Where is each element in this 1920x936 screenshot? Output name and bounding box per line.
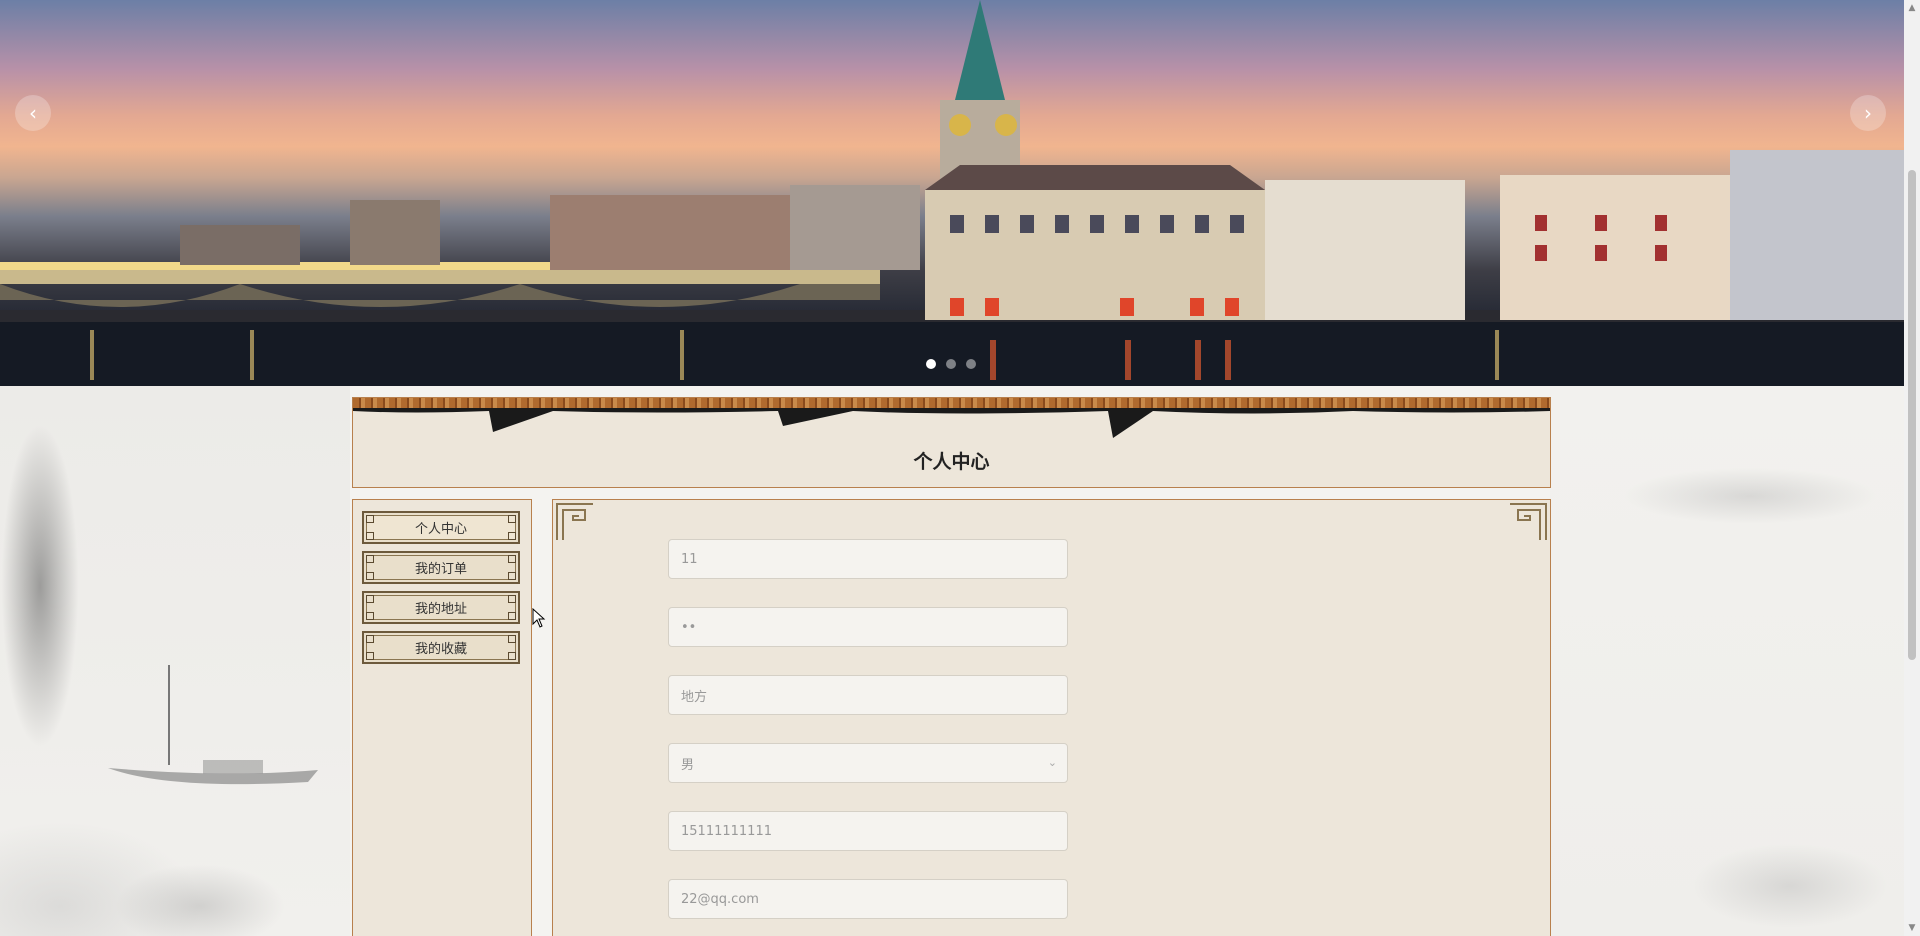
ink-landscape-right	[1550, 386, 1920, 936]
scroll-thumb[interactable]	[1908, 170, 1916, 660]
form-row-account: *账号 11	[553, 539, 1153, 579]
boat-mast	[168, 665, 170, 765]
mouse-cursor-icon	[532, 608, 546, 628]
sidebar-item-orders[interactable]: 我的订单	[362, 551, 520, 584]
corner-ornament-icon	[1510, 503, 1547, 540]
sidebar-item-label: 我的收藏	[414, 642, 467, 657]
sidebar-item-profile[interactable]: 个人中心	[362, 511, 520, 544]
carousel-dot[interactable]	[946, 359, 956, 369]
email-field[interactable]: 22@qq.com	[668, 879, 1068, 919]
sidebar-item-favorites[interactable]: 我的收藏	[362, 631, 520, 664]
carousel-dot[interactable]	[966, 359, 976, 369]
nickname-field[interactable]: 地方	[668, 675, 1068, 715]
account-field[interactable]: 11	[668, 539, 1068, 579]
sidebar-item-label: 个人中心	[414, 522, 467, 537]
carousel-dot[interactable]	[926, 359, 936, 369]
sidebar-item-label: 我的订单	[414, 562, 467, 577]
carousel-prev-button[interactable]: ‹	[15, 95, 51, 131]
phone-field[interactable]: 15111111111	[668, 811, 1068, 851]
ink-drip-decoration	[353, 408, 1550, 438]
city-skyline-image	[0, 0, 1904, 386]
form-row-nickname: *昵称 地方	[553, 675, 1153, 715]
gender-select[interactable]: 男 ⌄	[668, 743, 1068, 783]
form-row-password: *密码 ••	[553, 607, 1153, 647]
form-row-email: 邮箱 22@qq.com	[553, 879, 1153, 919]
chevron-down-icon: ⌄	[1047, 756, 1057, 769]
carousel-next-button[interactable]: ›	[1850, 95, 1886, 131]
form-row-gender: 性别 男 ⌄	[553, 743, 1153, 783]
profile-form-panel: *账号 11 *密码 •• *昵称 地方 性别 男 ⌄ 手机 151111111…	[552, 499, 1551, 936]
password-field[interactable]: ••	[668, 607, 1068, 647]
hero-carousel: ‹ ›	[0, 0, 1904, 386]
ink-landscape-left	[0, 386, 350, 936]
page-title: 个人中心	[913, 451, 990, 473]
chevron-right-icon: ›	[1864, 101, 1872, 125]
scroll-down-icon[interactable]: ▼	[1904, 920, 1920, 936]
scroll-up-icon[interactable]: ▲	[1904, 0, 1920, 16]
page-scrollbar[interactable]: ▲ ▼	[1904, 0, 1920, 936]
sidebar-item-addresses[interactable]: 我的地址	[362, 591, 520, 624]
carousel-indicators	[926, 359, 976, 369]
boat-illustration	[108, 760, 318, 785]
chevron-left-icon: ‹	[29, 101, 37, 125]
sidebar: 个人中心 我的订单 我的地址 我的收藏	[352, 499, 532, 936]
corner-ornament-icon	[556, 503, 593, 540]
form-row-phone: 手机 15111111111	[553, 811, 1153, 851]
sidebar-item-label: 我的地址	[414, 602, 467, 617]
page-header-panel: 个人中心	[352, 397, 1551, 488]
